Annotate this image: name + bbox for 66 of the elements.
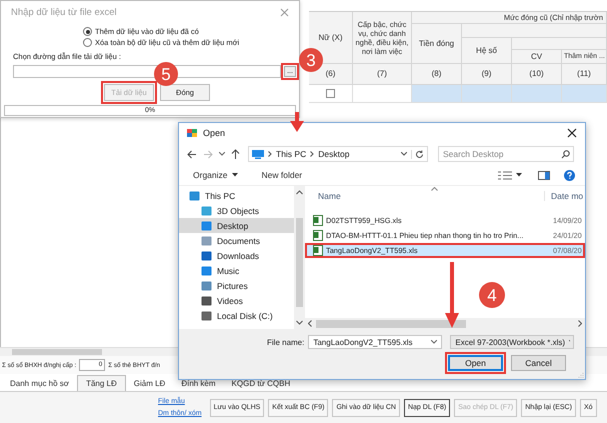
nav-item[interactable]: Desktop (179, 218, 294, 233)
dialog-button[interactable]: Cancel (511, 355, 566, 371)
caret-icon[interactable] (516, 173, 522, 177)
organize-menu[interactable]: Organize (193, 170, 228, 180)
table-cell (462, 85, 512, 103)
search-field[interactable]: Search Desktop (438, 146, 574, 162)
back-icon[interactable] (187, 150, 197, 158)
caret-icon (431, 340, 438, 344)
nav-item[interactable]: 3D Objects (179, 203, 294, 218)
table-cell (562, 85, 607, 103)
file-type-dropdown[interactable]: Excel 97-2003(Workbook *.xls) (450, 335, 574, 349)
caret-icon[interactable] (401, 152, 407, 156)
nav-item[interactable]: Local Disk (C:) (179, 308, 294, 323)
nav-item[interactable]: Videos (179, 293, 294, 308)
nav-item[interactable]: Pictures (179, 278, 294, 293)
radio-button[interactable] (83, 38, 92, 47)
nav-item[interactable]: Music (179, 263, 294, 278)
scroll-right-icon[interactable] (578, 320, 582, 327)
field-label: File name: (267, 338, 304, 346)
horizontal-scrollbar[interactable] (305, 318, 585, 329)
scroll-down-icon[interactable] (296, 320, 303, 325)
scroll-left-icon[interactable] (308, 320, 312, 327)
table-cell (412, 85, 462, 103)
column-header[interactable]: Name (318, 191, 341, 201)
toolbar-button[interactable]: New folder (262, 170, 302, 180)
checkbox[interactable] (326, 89, 335, 98)
spreadsheet-icon (313, 245, 323, 256)
app-icon (187, 128, 198, 138)
refresh-icon[interactable] (411, 150, 424, 158)
breadcrumb-item[interactable]: Desktop (318, 149, 350, 159)
chevron-icon (310, 151, 314, 157)
nav-item[interactable]: Downloads (179, 248, 294, 263)
up-icon[interactable] (231, 149, 240, 159)
table-cell (512, 85, 562, 103)
spreadsheet-icon (313, 215, 323, 226)
tab[interactable]: Tăng LĐ (77, 375, 126, 391)
sort-icon (431, 187, 438, 191)
close-icon[interactable] (567, 128, 577, 138)
search-icon (561, 150, 570, 158)
help-icon[interactable] (564, 170, 575, 180)
column-header[interactable]: Date mo (544, 191, 585, 201)
dialog-title: Open (203, 128, 226, 138)
nav-item[interactable]: Documents (179, 233, 294, 248)
chevron-icon (268, 151, 272, 157)
nav-item[interactable]: This PC (179, 188, 294, 203)
tab[interactable]: Đính kèm (173, 376, 224, 391)
tab[interactable]: KQGD từ CQBH (224, 376, 298, 391)
breadcrumb-item[interactable]: This PC (276, 149, 306, 159)
dialog-title: Nhập dữ liệu từ file excel (11, 6, 117, 18)
arrow (290, 112, 304, 132)
preview-pane-icon[interactable] (538, 170, 550, 180)
arrow (445, 262, 459, 328)
dialog-button[interactable]: Open (448, 355, 503, 371)
scroll-up-icon[interactable] (296, 190, 303, 195)
address-bar[interactable]: This PC Desktop (248, 146, 428, 162)
spreadsheet-icon (313, 230, 323, 241)
vertical-scrollbar[interactable] (294, 186, 305, 329)
column-header: CV (512, 50, 562, 64)
radio-button[interactable] (83, 27, 92, 36)
tab[interactable]: Giảm LĐ (126, 376, 174, 391)
resize-grip-icon[interactable] (578, 372, 584, 378)
caret-icon[interactable] (232, 173, 238, 177)
file-name-field[interactable]: TangLaoDongV2_TT595.xls (308, 335, 442, 349)
caret-icon[interactable] (219, 152, 225, 156)
view-icon[interactable] (498, 170, 512, 180)
tab[interactable]: Danh mục hồ sơ (2, 376, 78, 391)
